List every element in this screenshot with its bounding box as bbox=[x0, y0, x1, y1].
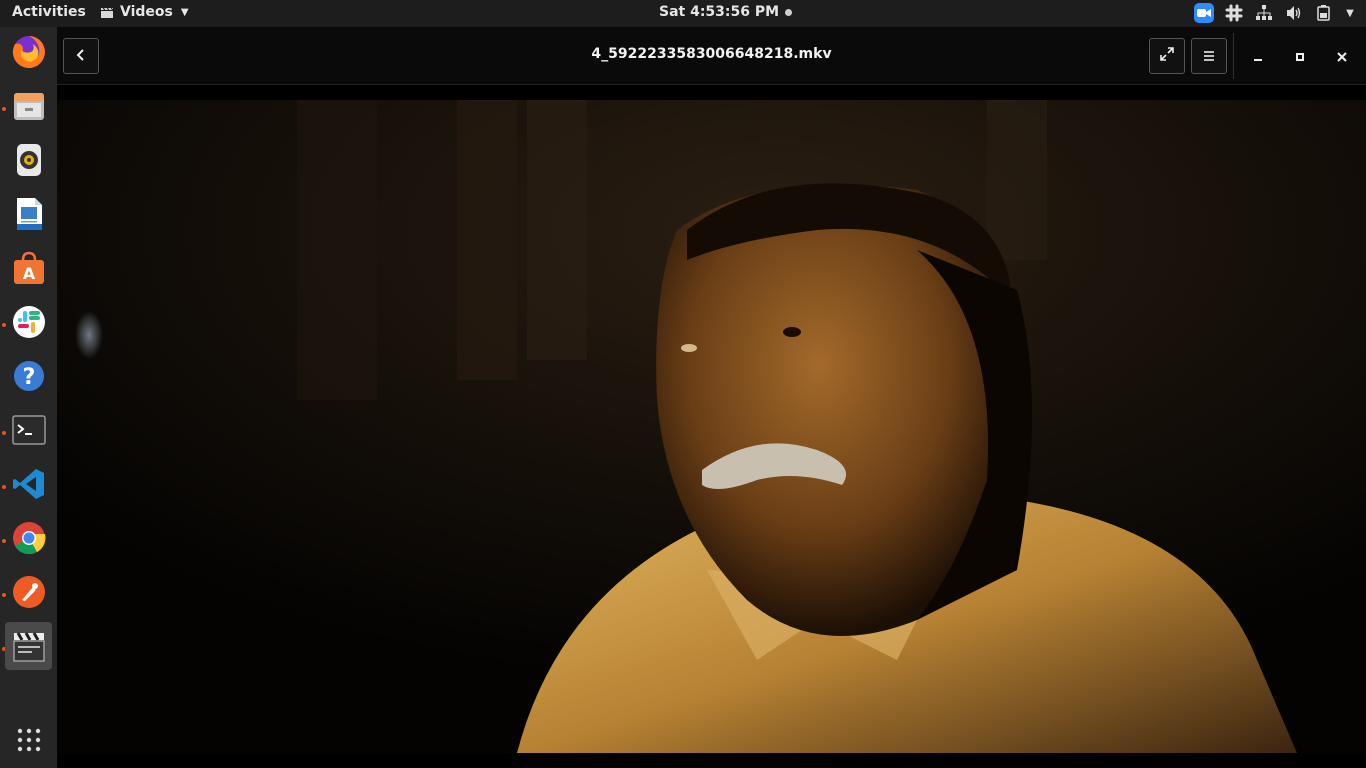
video-player-window: 4_5922233583006648218.mkv bbox=[57, 27, 1366, 768]
notification-dot bbox=[785, 8, 793, 16]
minimize-button[interactable] bbox=[1248, 46, 1268, 66]
fullscreen-icon bbox=[1159, 46, 1175, 66]
clapperboard-icon bbox=[100, 7, 114, 19]
dock-rhythmbox[interactable] bbox=[5, 136, 52, 184]
hamburger-menu-icon bbox=[1203, 47, 1215, 66]
clapperboard-icon bbox=[11, 628, 47, 664]
maximize-button[interactable] bbox=[1290, 46, 1310, 66]
video-still-image bbox=[57, 100, 1366, 753]
files-icon bbox=[11, 88, 47, 124]
dock-vscode[interactable] bbox=[5, 460, 52, 508]
close-button[interactable] bbox=[1332, 46, 1352, 66]
dock-files[interactable] bbox=[5, 82, 52, 130]
help-icon: ? bbox=[11, 358, 47, 394]
terminal-icon bbox=[11, 412, 47, 448]
fullscreen-button[interactable] bbox=[1149, 38, 1185, 74]
zoom-icon[interactable] bbox=[1194, 3, 1214, 23]
maximize-icon bbox=[1295, 47, 1305, 66]
video-frame[interactable] bbox=[57, 100, 1366, 753]
chrome-icon bbox=[11, 520, 47, 556]
battery-icon[interactable] bbox=[1314, 3, 1334, 23]
dock-firefox[interactable] bbox=[5, 28, 52, 76]
top-bar: Activities Videos ▼ Sat 4:53:56 PM ▼ bbox=[0, 0, 1366, 27]
dock-software[interactable]: A bbox=[5, 244, 52, 292]
dock-slack[interactable] bbox=[5, 298, 52, 346]
vscode-icon bbox=[11, 466, 47, 502]
system-menu-chevron-icon[interactable]: ▼ bbox=[1344, 3, 1356, 23]
document-icon bbox=[11, 196, 47, 232]
dock-videos[interactable] bbox=[5, 622, 52, 670]
system-tray: ▼ bbox=[1194, 3, 1356, 23]
close-icon bbox=[1337, 47, 1347, 66]
dock-postman[interactable] bbox=[5, 568, 52, 616]
network-icon[interactable] bbox=[1254, 3, 1274, 23]
show-applications-button[interactable] bbox=[5, 716, 52, 764]
volume-icon[interactable] bbox=[1284, 3, 1304, 23]
svg-text:A: A bbox=[22, 264, 35, 283]
app-menu-label: Videos bbox=[120, 4, 173, 20]
grid-icon bbox=[11, 722, 47, 758]
shopping-bag-icon: A bbox=[11, 250, 47, 286]
app-menu[interactable]: Videos ▼ bbox=[100, 4, 189, 20]
slack-tray-icon[interactable] bbox=[1224, 3, 1244, 23]
dock: A ? bbox=[0, 27, 57, 768]
postman-icon bbox=[11, 574, 47, 610]
activities-button[interactable]: Activities bbox=[12, 4, 86, 20]
clock[interactable]: Sat 4:53:56 PM bbox=[659, 4, 793, 20]
dock-terminal[interactable] bbox=[5, 406, 52, 454]
header-separator bbox=[1233, 33, 1234, 79]
slack-icon bbox=[11, 304, 47, 340]
minimize-icon bbox=[1253, 47, 1263, 66]
speaker-icon bbox=[11, 142, 47, 178]
dock-help[interactable]: ? bbox=[5, 352, 52, 400]
dock-writer[interactable] bbox=[5, 190, 52, 238]
clock-label: Sat 4:53:56 PM bbox=[659, 4, 780, 20]
chevron-down-icon: ▼ bbox=[180, 6, 189, 18]
menu-button[interactable] bbox=[1191, 38, 1227, 74]
svg-text:?: ? bbox=[22, 365, 35, 390]
firefox-icon bbox=[11, 34, 47, 70]
dock-chrome[interactable] bbox=[5, 514, 52, 562]
header-bar: 4_5922233583006648218.mkv bbox=[57, 27, 1366, 85]
